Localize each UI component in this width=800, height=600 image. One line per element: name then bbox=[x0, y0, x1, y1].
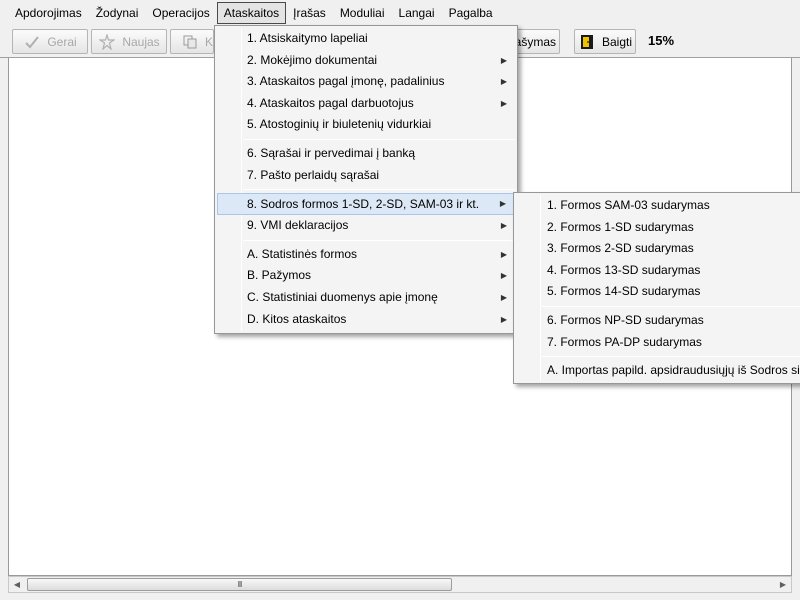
menu-ataskaitos[interactable]: Ataskaitos bbox=[216, 2, 287, 24]
menu-item-label: 9. VMI deklaracijos bbox=[247, 218, 349, 233]
k-label: K bbox=[204, 34, 213, 49]
submenu-item-1-sd[interactable]: 2. Formos 1-SD sudarymas bbox=[514, 217, 800, 239]
submenu-arrow-icon: ▶ bbox=[500, 221, 507, 231]
menu-item-label: 7. Formos PA-DP sudarymas bbox=[547, 334, 702, 349]
gerai-button[interactable]: Gerai bbox=[12, 29, 88, 54]
menu-item-label: 5. Formos 14-SD sudarymas bbox=[547, 284, 701, 299]
baigti-label: Baigti bbox=[601, 34, 633, 49]
menu-item-atsiskaitymo-lapeliai[interactable]: 1. Atsiskaitymo lapeliai bbox=[215, 28, 517, 50]
submenu-arrow-icon: ▶ bbox=[500, 292, 507, 302]
menu-item-label: 1. Atsiskaitymo lapeliai bbox=[247, 31, 368, 45]
menu-item-label: 7. Pašto perlaidų sąrašai bbox=[247, 167, 380, 182]
menu-item-label: 2. Mokėjimo dokumentai bbox=[247, 52, 378, 67]
menu-separator bbox=[243, 239, 515, 241]
submenu-arrow-icon: ▶ bbox=[500, 98, 507, 108]
menu-item-label: A. Statistinės formos bbox=[247, 246, 358, 261]
submenu-item-2-sd[interactable]: 3. Formos 2-SD sudarymas bbox=[514, 238, 800, 260]
menu-item-ataskaitos-darbuotojus[interactable]: 4. Ataskaitos pagal darbuotojus ▶ bbox=[215, 93, 517, 115]
menu-item-sodros-formos[interactable]: 8. Sodros formos 1-SD, 2-SD, SAM-03 ir k… bbox=[217, 193, 515, 216]
submenu-arrow-icon: ▶ bbox=[499, 199, 506, 209]
naujas-button[interactable]: Naujas bbox=[91, 29, 167, 54]
menu-separator bbox=[243, 138, 515, 140]
menu-item-kitos-ataskaitos[interactable]: D. Kitos ataskaitos ▶ bbox=[215, 309, 517, 331]
menu-item-label: B. Pažymos bbox=[247, 268, 312, 283]
menu-item-label: 1. Formos SAM-03 sudarymas bbox=[547, 198, 710, 212]
menu-separator bbox=[243, 189, 515, 191]
new-star-icon bbox=[98, 33, 116, 51]
k-button[interactable]: K bbox=[170, 29, 214, 54]
submenu-arrow-icon: ▶ bbox=[500, 77, 507, 87]
menu-item-vidurkiai[interactable]: 5. Atostoginių ir biuletenių vidurkiai bbox=[215, 114, 517, 136]
menu-irasas[interactable]: Įrašas bbox=[286, 2, 333, 24]
menu-item-label: 4. Formos 13-SD sudarymas bbox=[547, 262, 701, 277]
horizontal-scrollbar[interactable]: ◀ III ▶ bbox=[8, 576, 792, 593]
menu-item-statistiniai-duomenys[interactable]: C. Statistiniai duomenys apie įmonę ▶ bbox=[215, 287, 517, 309]
menu-item-pazymos[interactable]: B. Pažymos ▶ bbox=[215, 265, 517, 287]
menu-langai[interactable]: Langai bbox=[392, 2, 442, 24]
submenu-arrow-icon: ▶ bbox=[500, 271, 507, 281]
naujas-label: Naujas bbox=[122, 34, 160, 49]
exit-door-icon bbox=[578, 33, 596, 51]
submenu-arrow-icon: ▶ bbox=[500, 314, 507, 324]
gerai-label: Gerai bbox=[47, 34, 77, 49]
menu-item-label: 4. Ataskaitos pagal darbuotojus bbox=[247, 95, 414, 110]
menu-item-label: D. Kitos ataskaitos bbox=[247, 311, 347, 326]
menu-item-label: C. Statistiniai duomenys apie įmonę bbox=[247, 289, 438, 304]
menu-item-label: A. Importas papild. apsidraudusiųjų iš S… bbox=[547, 363, 800, 378]
menu-item-sarasai-bankas[interactable]: 6. Sąrašai ir pervedimai į banką bbox=[215, 143, 517, 165]
menu-item-mokejimo-dokumentai[interactable]: 2. Mokėjimo dokumentai ▶ bbox=[215, 50, 517, 72]
submenu-arrow-icon: ▶ bbox=[500, 55, 507, 65]
menu-separator bbox=[542, 356, 800, 358]
menu-item-label: 3. Formos 2-SD sudarymas bbox=[547, 241, 694, 256]
menu-moduliai[interactable]: Moduliai bbox=[333, 2, 392, 24]
menu-apdorojimas[interactable]: Apdorojimas bbox=[8, 2, 89, 24]
checkmark-icon bbox=[23, 33, 41, 51]
submenu-item-np-sd[interactable]: 6. Formos NP-SD sudarymas bbox=[514, 310, 800, 332]
scroll-grip: III bbox=[237, 580, 243, 589]
submenu-arrow-icon: ▶ bbox=[500, 249, 507, 259]
menu-item-vmi-deklaracijos[interactable]: 9. VMI deklaracijos ▶ bbox=[215, 215, 517, 237]
menu-item-label: 3. Ataskaitos pagal įmonę, padalinius bbox=[247, 74, 445, 89]
progress-percent: 15% bbox=[648, 33, 675, 48]
scroll-left-icon[interactable]: ◀ bbox=[9, 577, 25, 592]
menu-separator bbox=[542, 305, 800, 307]
menu-operacijos[interactable]: Operacijos bbox=[145, 2, 216, 24]
menu-item-statistines-formos[interactable]: A. Statistinės formos ▶ bbox=[215, 244, 517, 266]
sodros-formos-submenu: 1. Formos SAM-03 sudarymas 2. Formos 1-S… bbox=[513, 192, 800, 384]
ataskaitos-dropdown-menu: 1. Atsiskaitymo lapeliai 2. Mokėjimo dok… bbox=[214, 25, 518, 334]
baigti-button[interactable]: Baigti bbox=[574, 29, 636, 54]
menu-item-label: 6. Sąrašai ir pervedimai į banką bbox=[247, 145, 416, 160]
menu-item-label: 8. Sodros formos 1-SD, 2-SD, SAM-03 ir k… bbox=[247, 197, 480, 212]
menu-item-label: 6. Formos NP-SD sudarymas bbox=[547, 312, 704, 327]
submenu-item-14-sd[interactable]: 5. Formos 14-SD sudarymas bbox=[514, 281, 800, 303]
submenu-item-importas[interactable]: A. Importas papild. apsidraudusiųjų iš S… bbox=[514, 360, 800, 382]
menu-zodynai[interactable]: Žodynai bbox=[89, 2, 146, 24]
menu-item-ataskaitos-imone[interactable]: 3. Ataskaitos pagal įmonę, padalinius ▶ bbox=[215, 71, 517, 93]
scroll-thumb[interactable]: III bbox=[27, 578, 452, 591]
submenu-item-sam-03[interactable]: 1. Formos SAM-03 sudarymas bbox=[514, 195, 800, 217]
menu-item-pasto-perlaidos[interactable]: 7. Pašto perlaidų sąrašai bbox=[215, 165, 517, 187]
submenu-item-pa-dp[interactable]: 7. Formos PA-DP sudarymas bbox=[514, 332, 800, 354]
menu-item-label: 2. Formos 1-SD sudarymas bbox=[547, 219, 694, 234]
copy-icon bbox=[181, 33, 199, 51]
menu-bar: Apdorojimas Žodynai Operacijos Ataskaito… bbox=[0, 0, 800, 26]
menu-item-label: 5. Atostoginių ir biuletenių vidurkiai bbox=[247, 117, 432, 132]
submenu-item-13-sd[interactable]: 4. Formos 13-SD sudarymas bbox=[514, 260, 800, 282]
menu-pagalba[interactable]: Pagalba bbox=[442, 2, 500, 24]
scroll-right-icon[interactable]: ▶ bbox=[775, 577, 791, 592]
